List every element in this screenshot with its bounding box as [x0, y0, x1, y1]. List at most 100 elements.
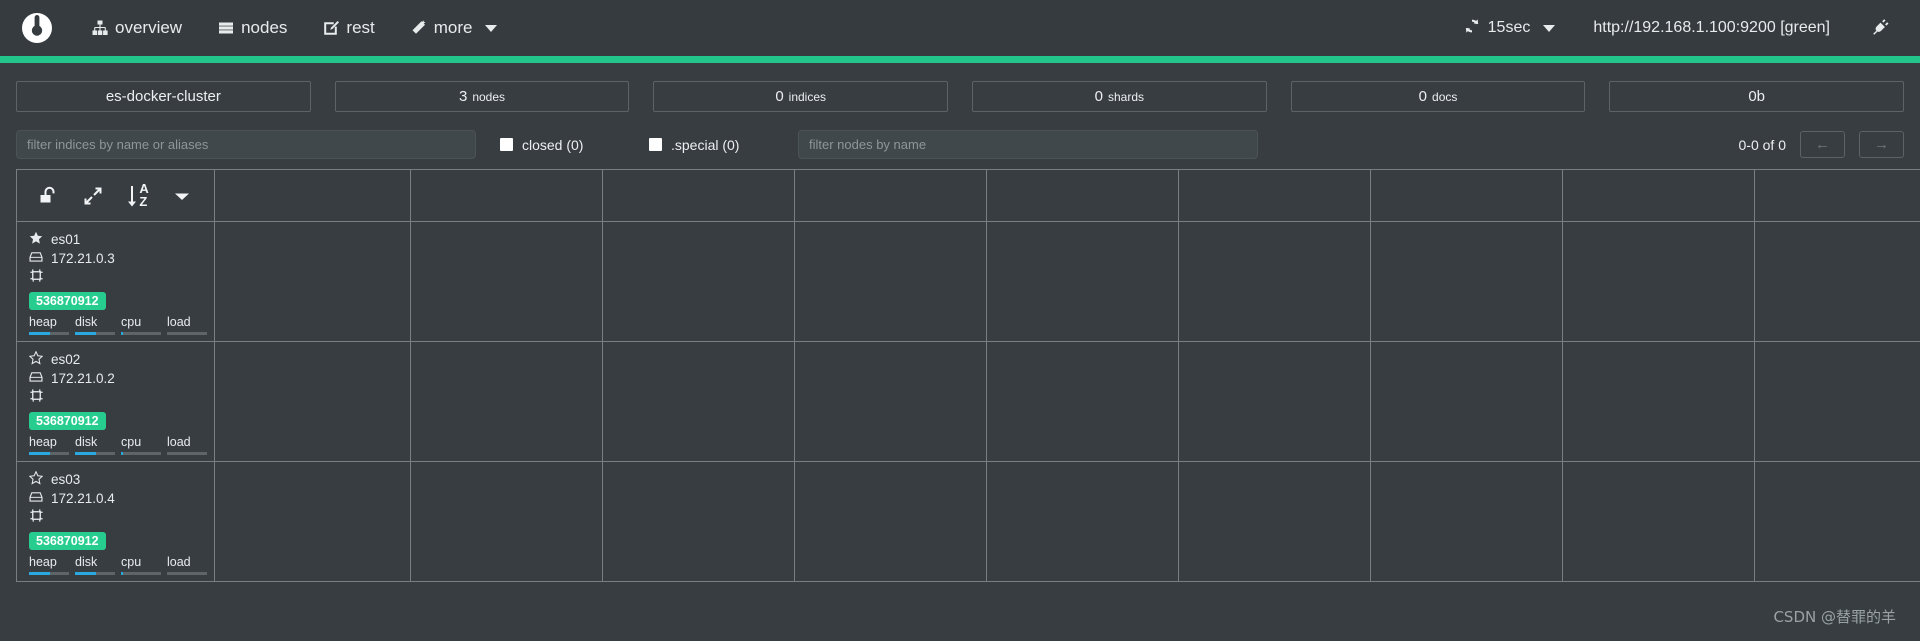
table-cell-empty	[1370, 461, 1563, 582]
stat-label: indices	[788, 89, 827, 104]
metric-track	[29, 452, 69, 455]
refresh-icon	[1464, 18, 1480, 39]
node-ip: 172.21.0.4	[51, 491, 115, 506]
node-filter-input[interactable]	[798, 130, 1258, 159]
sort-alpha-asc-icon[interactable]: A Z	[116, 174, 160, 218]
shutdown-node-icon[interactable]	[29, 508, 44, 528]
table-cell-empty	[794, 341, 987, 462]
table-cell-empty	[986, 341, 1179, 462]
stat-shards[interactable]: 0 shards	[972, 81, 1267, 112]
metric-track	[29, 572, 69, 575]
metric-fill	[29, 452, 50, 455]
table-header-empty-cell	[1370, 169, 1563, 222]
heap-badge-wrap: 536870912	[29, 408, 214, 432]
metric-cpu: cpu	[121, 554, 167, 575]
stat-indices[interactable]: 0 indices	[653, 81, 949, 112]
stat-value: 3	[458, 88, 468, 105]
special-indices-checkbox[interactable]: .special (0)	[649, 137, 774, 153]
node-summary-es01: es01 172.21.0.3 536870912 heap disk cpu …	[17, 222, 214, 341]
metric-cpu: cpu	[121, 314, 167, 335]
status-badge: 536870912	[29, 532, 106, 550]
refresh-interval-selector[interactable]: 15sec	[1448, 12, 1572, 45]
nav-item-rest[interactable]: rest	[305, 12, 392, 44]
node-metrics: heap disk cpu load	[29, 554, 215, 575]
metric-disk: disk	[75, 554, 121, 575]
table-cell-empty	[794, 221, 987, 342]
table-cell-empty	[986, 461, 1179, 582]
metric-fill	[75, 332, 96, 335]
next-page-button[interactable]: →	[1859, 131, 1904, 158]
node-cell: es02 172.21.0.2 536870912 heap disk cpu …	[16, 341, 215, 462]
table-header-empty-cell	[1562, 169, 1755, 222]
table-cell-empty	[986, 221, 1179, 342]
metric-track	[75, 452, 115, 455]
table-cell-empty	[1562, 461, 1755, 582]
nav-item-more[interactable]: more	[393, 12, 515, 44]
closed-indices-checkbox[interactable]: closed (0)	[500, 137, 625, 153]
unlock-icon[interactable]	[27, 174, 71, 218]
checkbox-label: .special (0)	[671, 136, 740, 153]
index-filter-input[interactable]	[16, 130, 476, 159]
table-cell-empty	[1754, 341, 1920, 462]
node-ip-line: 172.21.0.4	[29, 489, 214, 508]
metric-label: disk	[75, 435, 98, 449]
elasticsearch-head-logo[interactable]	[18, 9, 56, 47]
table-row: es01 172.21.0.3 536870912 heap disk cpu …	[16, 221, 1920, 342]
stat-label: docs	[1432, 89, 1458, 104]
star-outline-icon[interactable]	[28, 350, 44, 368]
chevron-down-icon	[1543, 24, 1556, 32]
nav-item-overview[interactable]: overview	[74, 12, 200, 44]
metric-label: disk	[75, 555, 98, 569]
metric-disk: disk	[75, 434, 121, 455]
checkbox-box[interactable]	[649, 138, 662, 151]
checkbox-box[interactable]	[500, 138, 513, 151]
expand-arrows-icon[interactable]	[71, 174, 115, 218]
table-cell-empty	[1562, 341, 1755, 462]
stat-docs[interactable]: 0 docs	[1290, 81, 1586, 112]
prev-page-button[interactable]: ←	[1800, 131, 1845, 158]
sort-letters: A Z	[139, 182, 148, 208]
shutdown-node-icon[interactable]	[29, 268, 44, 288]
nav-item-label: nodes	[241, 18, 288, 37]
navbar-left-group: overview nodes rest more	[18, 9, 515, 47]
magic-wand-icon	[411, 20, 427, 36]
navbar-right-group: 15sec http://192.168.1.100:9200 [green]	[1448, 11, 1898, 46]
table-cell-empty	[1178, 461, 1371, 582]
accent-bar	[0, 56, 1920, 63]
metric-label: load	[167, 555, 191, 569]
stat-value: es-docker-cluster	[105, 88, 221, 105]
metric-track	[29, 332, 69, 335]
node-ip-line: 172.21.0.2	[29, 369, 214, 388]
metric-label: heap	[29, 435, 57, 449]
nav-item-nodes[interactable]: nodes	[200, 12, 305, 44]
heap-badge-wrap: 536870912	[29, 288, 214, 312]
table-cell-empty	[602, 221, 795, 342]
metric-track	[167, 452, 207, 455]
metric-heap: heap	[29, 554, 75, 575]
table-header-empty-cell	[410, 169, 603, 222]
star-outline-icon[interactable]	[28, 470, 44, 488]
shutdown-node-icon[interactable]	[29, 388, 44, 408]
chevron-down-icon[interactable]	[160, 174, 204, 218]
pagination-count: 0-0 of 0	[1738, 136, 1786, 153]
table-cell-empty	[602, 341, 795, 462]
table-toolbar: A Z	[17, 170, 214, 221]
star-filled-icon[interactable]	[29, 231, 43, 248]
checkbox-label: closed (0)	[522, 136, 584, 153]
metric-track	[121, 452, 161, 455]
filter-toolbar: closed (0) .special (0) 0-0 of 0 ← →	[0, 124, 1920, 169]
sitemap-icon	[92, 20, 108, 36]
stat-size[interactable]: 0b	[1609, 81, 1905, 112]
connect-button[interactable]	[1852, 11, 1898, 46]
stat-value: 0	[1418, 88, 1428, 105]
stat-nodes[interactable]: 3 nodes	[334, 81, 630, 112]
edit-square-icon	[323, 20, 340, 36]
table-cell-empty	[1754, 221, 1920, 342]
stat-cluster-name[interactable]: es-docker-cluster	[16, 81, 311, 112]
metric-track	[75, 572, 115, 575]
node-actions	[29, 268, 214, 288]
cluster-url-status[interactable]: http://192.168.1.100:9200 [green]	[1571, 13, 1852, 43]
hdd-icon	[29, 490, 43, 507]
node-name-line: es02	[28, 350, 214, 369]
nav-item-label: more	[433, 18, 473, 37]
